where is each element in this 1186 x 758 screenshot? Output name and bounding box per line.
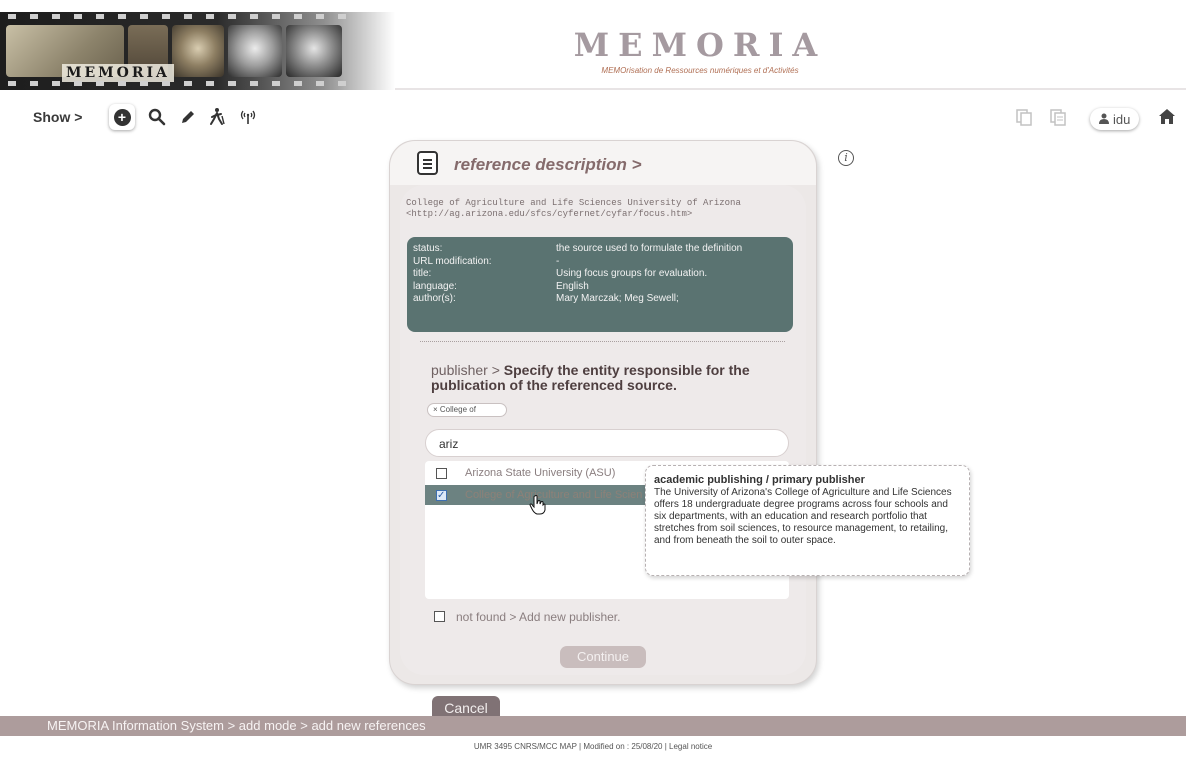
document-paste-icon[interactable]	[1048, 107, 1068, 127]
show-menu[interactable]: Show >	[33, 109, 82, 125]
add-icon[interactable]: +	[109, 104, 135, 130]
walking-person-icon[interactable]	[206, 105, 230, 129]
user-name: idu	[1113, 111, 1131, 127]
meta-row-language: language: English	[413, 280, 589, 292]
not-found-option[interactable]: not found > Add new publisher.	[434, 610, 620, 624]
film-frame-tower	[172, 25, 224, 77]
filmstrip-logo: MEMORIA	[0, 12, 395, 90]
banner-divider	[395, 88, 1186, 90]
user-icon	[1099, 112, 1109, 127]
meta-row-url-modification: URL modification: -	[413, 255, 560, 267]
publisher-search-input[interactable]: ariz	[425, 429, 789, 457]
publisher-label: publisher >	[431, 362, 504, 378]
site-subtitle: MEMOrisation de Ressources numériques et…	[601, 66, 799, 75]
film-frame-dome	[286, 25, 342, 77]
toolbar: Show > + idu	[0, 100, 1186, 134]
document-icon	[417, 151, 438, 175]
result-label: College of Agriculture and Life Scien	[465, 489, 643, 501]
section-divider	[420, 341, 785, 342]
reference-metadata: status: the source used to formulate the …	[407, 237, 793, 332]
publisher-tooltip: academic publishing / primary publisher …	[645, 465, 970, 576]
signal-icon[interactable]	[236, 105, 260, 129]
header-banner: MEMORIA MEMORIA MEMOrisation de Ressourc…	[0, 0, 1186, 90]
meta-row-status: status: the source used to formulate the …	[413, 243, 743, 254]
checkbox[interactable]	[436, 468, 447, 479]
panel-title: reference description >	[454, 155, 642, 174]
not-found-label: not found > Add new publisher.	[456, 610, 621, 624]
selected-publisher-chip[interactable]: × College of	[427, 403, 507, 417]
filmstrip-logo-text: MEMORIA	[62, 64, 174, 82]
document-copy-icon[interactable]	[1014, 107, 1034, 127]
publisher-prompt: publisher > Specify the entity responsib…	[431, 363, 771, 393]
hand-cursor-icon	[529, 495, 547, 520]
meta-row-authors: author(s): Mary Marczak; Meg Sewell;	[413, 293, 679, 304]
continue-button[interactable]: Continue	[560, 646, 646, 668]
reference-citation: College of Agriculture and Life Sciences…	[406, 198, 796, 220]
checkbox-checked[interactable]	[436, 486, 447, 505]
result-label: Arizona State University (ASU)	[465, 467, 616, 479]
film-frame-spire	[228, 25, 282, 77]
tooltip-title: academic publishing / primary publisher	[654, 474, 865, 486]
info-icon[interactable]: i	[838, 150, 854, 166]
site-title: MEMORIA	[573, 26, 827, 64]
breadcrumb: MEMORIA Information System > add mode > …	[0, 716, 1186, 736]
home-icon[interactable]	[1158, 108, 1176, 130]
reference-panel: reference description > College of Agric…	[389, 140, 817, 685]
pencil-icon[interactable]	[176, 105, 200, 129]
footer: UMR 3495 CNRS/MCC MAP | Modified on : 25…	[473, 742, 713, 751]
panel-header: reference description >	[390, 141, 816, 185]
search-icon[interactable]	[145, 105, 169, 129]
citation-line: College of Agriculture and Life Sciences…	[406, 198, 741, 208]
user-button[interactable]: idu	[1090, 108, 1140, 130]
citation-url: <http://ag.arizona.edu/sfcs/cyfernet/cyf…	[406, 209, 693, 219]
tooltip-body: The University of Arizona's College of A…	[654, 487, 952, 546]
checkbox[interactable]	[434, 611, 445, 622]
meta-row-title: title: Using focus groups for evaluation.	[413, 268, 708, 279]
